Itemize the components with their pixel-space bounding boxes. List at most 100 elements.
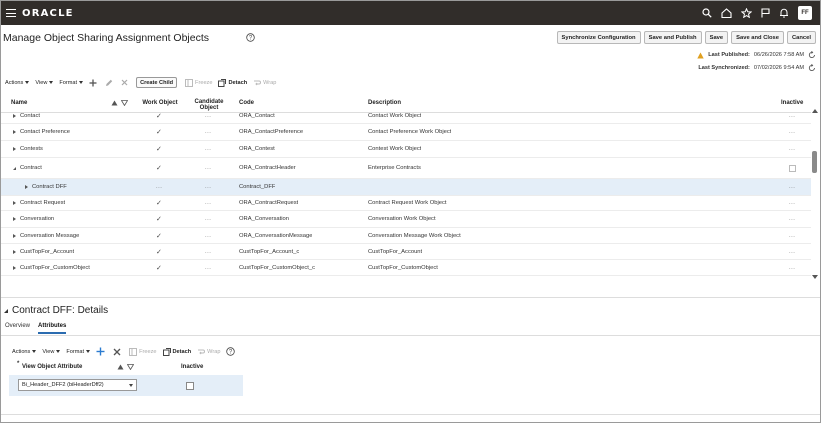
freeze-button[interactable]: Freeze [185, 78, 212, 87]
add-icon[interactable] [96, 347, 105, 356]
table-row[interactable]: CustTopFor_CustomObject ✓... CustTopFor_Cu… [1, 260, 811, 276]
details-detach-button[interactable]: Detach [162, 347, 192, 356]
notifications-bell-icon[interactable] [779, 8, 789, 18]
row-inactive: ... [789, 146, 796, 152]
row-work-object: ✓ [156, 129, 162, 136]
refresh-icon[interactable] [808, 64, 816, 72]
view-label: View [42, 348, 55, 355]
column-header-inactive[interactable]: Inactive [181, 364, 203, 370]
scroll-down-icon[interactable] [812, 275, 818, 279]
sort-ascending-icon[interactable] [111, 100, 118, 106]
row-name-cell: Contact Preference [13, 124, 70, 140]
table-row[interactable]: Conversation ✓... ORA_Conversation Conversa… [1, 211, 811, 228]
row-candidate-object: ... [205, 165, 212, 171]
table-row[interactable]: Conversation Message ✓... ORA_Conversation… [1, 228, 811, 244]
tab-attributes[interactable]: Attributes [38, 323, 67, 334]
collapsed-triangle-icon[interactable] [13, 249, 16, 254]
collapsed-triangle-icon[interactable] [13, 201, 16, 205]
row-code: ORA_ConversationMessage [239, 232, 313, 239]
chevron-down-icon [32, 350, 37, 353]
details-actions-menu[interactable]: Actions [12, 349, 37, 355]
table-row[interactable]: Contact Preference ✓... ORA_ContactPrefere… [1, 124, 811, 141]
row-name-cell: Contract [13, 158, 42, 178]
create-child-button[interactable]: Create Child [136, 77, 178, 88]
delete-x-icon[interactable] [113, 348, 121, 356]
inactive-checkbox[interactable] [186, 382, 194, 390]
inactive-checkbox[interactable] [789, 164, 796, 172]
row-candidate-object: ... [205, 184, 212, 190]
synchronize-configuration-button[interactable]: Synchronize Configuration [556, 31, 641, 44]
help-icon[interactable]: ? [246, 33, 255, 42]
collapse-icon[interactable] [4, 308, 8, 313]
expanded-triangle-icon[interactable] [13, 166, 16, 170]
detach-button[interactable]: Detach [218, 78, 247, 87]
row-name: Contact Preference [20, 129, 70, 135]
details-freeze-button[interactable]: Freeze [129, 347, 157, 356]
table-row[interactable]: Contract ✓... ORA_ContractHeader Enterprise… [1, 158, 811, 179]
home-icon[interactable] [721, 8, 732, 18]
collapsed-triangle-icon[interactable] [13, 233, 16, 238]
table-row[interactable]: Contests ✓... ORA_Contest Contest Work Obje… [1, 141, 811, 158]
add-icon[interactable] [89, 79, 97, 87]
delete-x-icon[interactable] [121, 79, 128, 86]
details-format-menu[interactable]: Format [66, 349, 91, 355]
table-row[interactable]: Contract DFF...... Contract_DFF... [1, 179, 811, 196]
table-row[interactable]: CustTopFor_Account ✓... CustTopFor_Account… [1, 244, 811, 260]
cancel-button[interactable]: Cancel [786, 31, 816, 44]
user-avatar[interactable]: FF [798, 6, 812, 20]
favorites-star-icon[interactable] [741, 8, 752, 18]
row-name-cell: Contract DFF [25, 179, 67, 195]
wrap-button[interactable]: Wrap [253, 79, 276, 87]
collapsed-triangle-icon[interactable] [13, 147, 16, 151]
row-name: Contact [20, 113, 40, 119]
details-wrap-button[interactable]: Wrap [197, 348, 220, 356]
global-actions: FF [702, 1, 812, 25]
sort-descending-icon[interactable] [121, 100, 128, 106]
scroll-up-icon[interactable] [812, 109, 818, 113]
details-header[interactable]: Contract DFF: Details [4, 305, 108, 316]
last-published-row: Last Published: 06/26/2026 7:58 AM [697, 51, 816, 59]
detach-label: Detach [172, 348, 192, 355]
edit-pencil-icon[interactable] [105, 79, 113, 87]
table-row[interactable]: Contact ✓... ORA_Contact Contact Work Objec… [1, 109, 811, 124]
format-menu[interactable]: Format [59, 80, 84, 86]
actions-menu[interactable]: Actions [5, 80, 30, 86]
app-window: ORACLE FF Manage Object Sharing Assignme… [0, 0, 821, 423]
details-title: Contract DFF: Details [12, 305, 109, 316]
save-and-close-button[interactable]: Save and Close [731, 31, 784, 44]
help-icon[interactable]: ? [226, 347, 236, 356]
collapsed-triangle-icon[interactable] [13, 130, 16, 134]
sort-descending-icon[interactable] [127, 364, 134, 370]
tab-overview[interactable]: Overview [5, 323, 30, 334]
search-icon[interactable] [702, 8, 712, 18]
scroll-thumb[interactable] [812, 151, 817, 173]
row-description: Conversation Message Work Object [368, 232, 461, 239]
table-row[interactable]: Bi_Header_DFF2 (biHeaderDff2) [9, 375, 243, 396]
refresh-icon[interactable] [808, 51, 816, 59]
collapsed-triangle-icon[interactable] [13, 217, 16, 221]
detach-icon [218, 78, 227, 87]
save-button[interactable]: Save [704, 31, 729, 44]
sort-ascending-icon[interactable] [117, 364, 124, 370]
attributes-table: * View Object Attribute Inactive Bi_Head… [9, 360, 243, 398]
table-row[interactable]: Contract Request ✓... ORA_ContractRequest C… [1, 196, 811, 211]
collapsed-triangle-icon[interactable] [13, 114, 16, 118]
collapsed-triangle-icon[interactable] [13, 265, 16, 270]
flag-icon[interactable] [761, 8, 770, 18]
menu-icon[interactable] [6, 9, 16, 17]
last-synchronized-label: Last Synchronized: [698, 65, 750, 71]
view-label: View [35, 79, 48, 86]
view-menu[interactable]: View [35, 79, 54, 86]
collapsed-triangle-icon[interactable] [25, 185, 28, 189]
sort-controls[interactable] [117, 364, 134, 370]
table-vertical-scrollbar[interactable] [810, 109, 820, 279]
save-and-publish-button[interactable]: Save and Publish [643, 31, 702, 44]
details-view-menu[interactable]: View [42, 348, 61, 355]
last-published-label: Last Published: [708, 52, 750, 58]
row-name: Contract [20, 165, 42, 171]
row-name: Contract Request [20, 200, 66, 206]
view-object-attribute-select[interactable]: Bi_Header_DFF2 (biHeaderDff2) [18, 379, 137, 391]
row-inactive [789, 158, 796, 178]
column-header-view-object-attribute[interactable]: View Object Attribute [22, 364, 82, 370]
detach-icon [162, 347, 171, 356]
